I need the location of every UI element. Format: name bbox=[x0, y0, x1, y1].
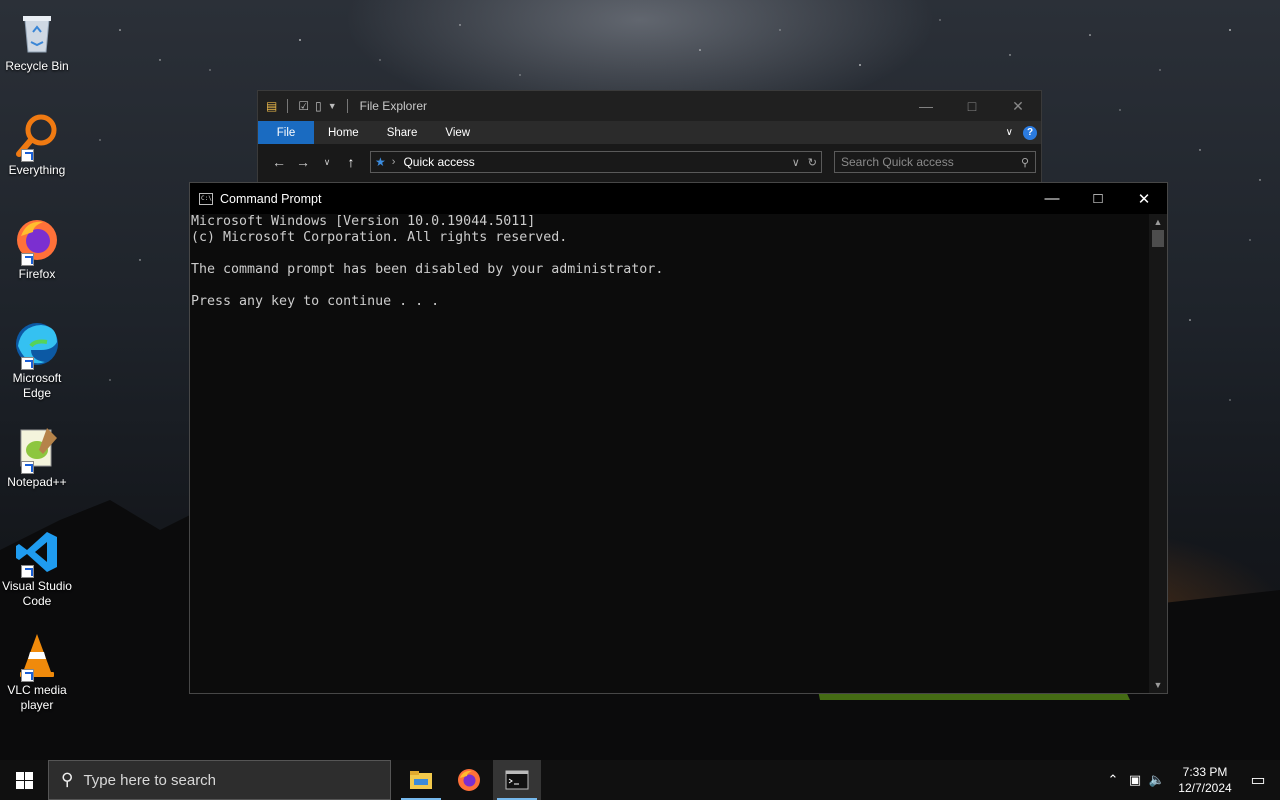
expand-ribbon-icon[interactable]: ∨ bbox=[1006, 127, 1013, 138]
shortcut-arrow-icon bbox=[21, 669, 34, 682]
clock-time: 7:33 PM bbox=[1182, 765, 1228, 779]
desktop-icon-notepad-plus-plus[interactable]: Notepad++ bbox=[0, 424, 74, 490]
windows-logo-icon bbox=[15, 771, 33, 789]
search-icon: ⚲ bbox=[61, 770, 74, 789]
folder-icon: ▤ bbox=[266, 99, 278, 113]
forward-arrow-icon[interactable]: → bbox=[292, 154, 314, 170]
file-explorer-icon bbox=[410, 771, 432, 789]
cmd-icon bbox=[505, 770, 529, 790]
desktop-icon-label: Everything bbox=[8, 163, 66, 177]
search-quick-access-input[interactable]: Search Quick access ⚲ bbox=[834, 151, 1036, 173]
navigation-bar: ← → ∨ ↑ ★ › Quick access ∨ ↻ Search Quic… bbox=[258, 144, 1041, 180]
tab-home[interactable]: Home bbox=[314, 121, 373, 144]
minimize-button[interactable]: — bbox=[1029, 183, 1075, 214]
network-icon[interactable]: ▣ bbox=[1124, 772, 1146, 788]
desktop-icon-label: Firefox bbox=[18, 267, 56, 281]
show-hidden-icons-icon[interactable]: ⌃ bbox=[1102, 772, 1124, 788]
taskbar-search-placeholder: Type here to search bbox=[83, 771, 217, 789]
scrollbar-thumb[interactable] bbox=[1152, 230, 1164, 247]
minimize-button[interactable]: — bbox=[903, 98, 949, 115]
start-button[interactable] bbox=[0, 760, 48, 800]
tab-share[interactable]: Share bbox=[373, 121, 432, 144]
properties-icon[interactable]: ☑ bbox=[298, 99, 309, 113]
volume-icon[interactable]: 🔈 bbox=[1146, 772, 1168, 788]
console-line: ​ bbox=[191, 278, 1149, 294]
desktop-icon-label: Recycle Bin bbox=[5, 59, 69, 73]
console-line: Press any key to continue . . . bbox=[191, 294, 440, 309]
shortcut-arrow-icon bbox=[21, 149, 34, 162]
ribbon-tabs: File Home Share View ∨ ? bbox=[258, 121, 1041, 144]
taskbar-file-explorer[interactable] bbox=[397, 760, 445, 800]
address-text: Quick access bbox=[403, 155, 475, 169]
desktop-icon-recycle-bin[interactable]: Recycle Bin bbox=[0, 8, 74, 74]
chevron-down-icon[interactable]: ∨ bbox=[792, 156, 800, 169]
notepad-plus-plus-icon bbox=[13, 424, 61, 474]
customize-quick-access-icon[interactable]: ▼ bbox=[328, 101, 337, 111]
shortcut-arrow-icon bbox=[21, 565, 34, 578]
desktop-icon-firefox[interactable]: Firefox bbox=[0, 216, 74, 282]
vscode-icon bbox=[13, 528, 61, 578]
console-line: The command prompt has been disabled by … bbox=[191, 262, 664, 277]
maximize-button[interactable]: □ bbox=[1075, 183, 1121, 214]
chevron-right-icon: › bbox=[391, 156, 396, 168]
tab-view[interactable]: View bbox=[431, 121, 484, 144]
desktop-icon-edge[interactable]: Microsoft Edge bbox=[0, 320, 74, 401]
command-prompt-window[interactable]: C:\ Command Prompt — □ ✕ Microsoft Windo… bbox=[189, 182, 1168, 694]
vlc-icon bbox=[13, 632, 61, 682]
vertical-scrollbar[interactable]: ▲ ▼ bbox=[1149, 214, 1167, 693]
command-prompt-title: Command Prompt bbox=[220, 191, 322, 206]
divider bbox=[287, 99, 289, 113]
taskbar: ⚲ Type here to search ⌃ ▣ 🔈 7:33 PM 12/7… bbox=[0, 760, 1280, 800]
search-icon: ⚲ bbox=[1020, 156, 1029, 169]
desktop-icon-label: Microsoft Edge bbox=[12, 371, 62, 400]
scroll-up-icon[interactable]: ▲ bbox=[1149, 217, 1167, 227]
new-folder-icon[interactable]: ▯ bbox=[315, 99, 322, 113]
recycle-bin-icon bbox=[13, 8, 61, 56]
scroll-down-icon[interactable]: ▼ bbox=[1149, 680, 1167, 690]
file-explorer-title: File Explorer bbox=[359, 99, 427, 113]
shortcut-arrow-icon bbox=[21, 357, 34, 370]
desktop-icon-vscode[interactable]: Visual Studio Code bbox=[0, 528, 74, 609]
console-output[interactable]: Microsoft Windows [Version 10.0.19044.50… bbox=[190, 214, 1149, 693]
refresh-icon[interactable]: ↻ bbox=[808, 156, 817, 169]
search-placeholder: Search Quick access bbox=[841, 155, 954, 169]
firefox-icon bbox=[13, 216, 61, 266]
console-line: ​ bbox=[191, 246, 1149, 262]
help-icon[interactable]: ? bbox=[1023, 125, 1037, 140]
file-explorer-titlebar[interactable]: ▤ ☑ ▯ ▼ File Explorer — □ ✕ bbox=[258, 91, 1041, 121]
everything-icon bbox=[13, 112, 61, 162]
close-button[interactable]: ✕ bbox=[995, 98, 1041, 115]
system-tray: ⌃ ▣ 🔈 7:33 PM 12/7/2024 ▭ bbox=[1102, 760, 1280, 800]
desktop-icon-label: Visual Studio Code bbox=[2, 579, 72, 608]
desktop-icon-vlc[interactable]: VLC media player bbox=[0, 632, 74, 713]
taskbar-search-box[interactable]: ⚲ Type here to search bbox=[48, 760, 391, 800]
firefox-icon bbox=[458, 769, 480, 791]
clock-date: 12/7/2024 bbox=[1178, 781, 1232, 795]
taskbar-firefox[interactable] bbox=[445, 760, 493, 800]
tab-file[interactable]: File bbox=[258, 121, 314, 144]
shortcut-arrow-icon bbox=[21, 253, 34, 266]
divider bbox=[346, 99, 348, 113]
address-bar[interactable]: ★ › Quick access ∨ ↻ bbox=[370, 151, 822, 173]
console-line: (c) Microsoft Corporation. All rights re… bbox=[191, 230, 568, 245]
clock[interactable]: 7:33 PM 12/7/2024 bbox=[1174, 764, 1236, 796]
console-line: Microsoft Windows [Version 10.0.19044.50… bbox=[191, 214, 536, 229]
taskbar-command-prompt[interactable] bbox=[493, 760, 541, 800]
shortcut-arrow-icon bbox=[21, 461, 34, 474]
desktop-icon-label: VLC media player bbox=[7, 683, 67, 712]
close-button[interactable]: ✕ bbox=[1121, 183, 1167, 214]
cmd-icon: C:\ bbox=[199, 192, 213, 205]
desktop-icon-everything[interactable]: Everything bbox=[0, 112, 74, 178]
quick-access-star-icon: ★ bbox=[375, 155, 386, 169]
notifications-icon[interactable]: ▭ bbox=[1236, 770, 1280, 790]
command-prompt-titlebar[interactable]: C:\ Command Prompt — □ ✕ bbox=[190, 183, 1167, 214]
recent-locations-icon[interactable]: ∨ bbox=[316, 157, 338, 168]
edge-icon bbox=[13, 320, 61, 370]
up-arrow-icon[interactable]: ↑ bbox=[340, 154, 362, 170]
back-arrow-icon[interactable]: ← bbox=[268, 154, 290, 170]
maximize-button[interactable]: □ bbox=[949, 98, 995, 115]
desktop-icon-label: Notepad++ bbox=[7, 475, 67, 489]
